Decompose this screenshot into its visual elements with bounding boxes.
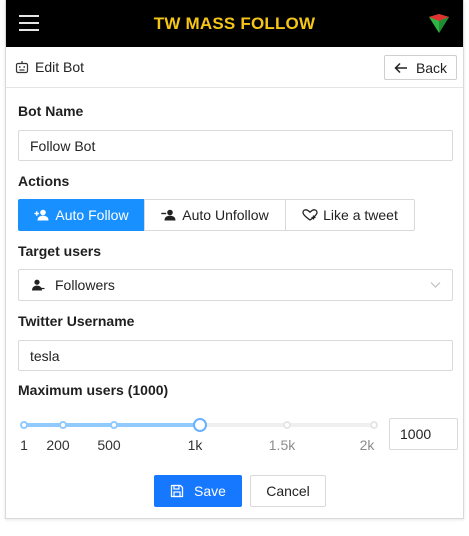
slider-dot	[283, 421, 291, 429]
hamburger-icon[interactable]	[19, 15, 39, 31]
user-remove-icon	[161, 209, 176, 221]
target-users-select[interactable]: Followers	[18, 269, 453, 301]
slider-dot	[370, 421, 378, 429]
slider-mark: 1	[20, 437, 28, 453]
maximum-users-number-input[interactable]	[389, 418, 458, 450]
robot-icon	[15, 61, 29, 74]
slider-mark: 200	[46, 437, 70, 453]
action-label: Like a tweet	[323, 207, 398, 223]
heart-icon	[302, 209, 318, 221]
action-label: Auto Unfollow	[182, 207, 269, 223]
slider-dot	[59, 421, 67, 429]
save-icon	[170, 484, 184, 498]
chevron-down-icon	[430, 282, 441, 288]
page-header: Edit Bot Back	[6, 47, 463, 88]
maximum-users-slider[interactable]	[20, 417, 378, 433]
logo-icon	[429, 14, 449, 33]
top-bar: TW MASS FOLLOW	[6, 0, 463, 47]
arrow-left-icon	[394, 62, 407, 73]
save-label: Save	[194, 483, 226, 499]
back-button[interactable]: Back	[384, 55, 457, 80]
page-title: Edit Bot	[35, 59, 85, 75]
slider-mark: 2k	[359, 437, 375, 453]
slider-dot	[110, 421, 118, 429]
slider-mark: 500	[97, 437, 121, 453]
target-users-value: Followers	[55, 277, 115, 293]
action-auto-unfollow-button[interactable]: Auto Unfollow	[144, 199, 286, 231]
bot-name-label: Bot Name	[18, 103, 84, 119]
app-frame: TW MASS FOLLOW Edit Bot Back Bot Name Ac…	[5, 0, 464, 519]
app-title: TW MASS FOLLOW	[153, 13, 316, 33]
action-like-tweet-button[interactable]: Like a tweet	[285, 199, 415, 231]
twitter-username-input[interactable]	[18, 340, 453, 371]
slider-mark: 1k	[187, 437, 203, 453]
slider-mark: 1.5k	[268, 437, 296, 453]
maximum-users-label: Maximum users (1000)	[18, 382, 169, 398]
actions-segmented-control: Auto Follow Auto Unfollow Like a tweet	[18, 199, 415, 231]
action-label: Auto Follow	[55, 207, 129, 223]
back-label: Back	[415, 59, 448, 76]
user-icon	[32, 279, 45, 291]
slider-handle[interactable]	[193, 418, 207, 432]
target-users-label: Target users	[18, 243, 101, 259]
twitter-username-label: Twitter Username	[18, 313, 135, 329]
cancel-button[interactable]: Cancel	[250, 475, 326, 507]
save-button[interactable]: Save	[154, 475, 242, 507]
actions-label: Actions	[18, 173, 70, 189]
action-auto-follow-button[interactable]: Auto Follow	[18, 199, 145, 231]
slider-dot	[20, 421, 28, 429]
user-add-icon	[34, 209, 49, 221]
bot-name-input[interactable]	[18, 130, 453, 161]
